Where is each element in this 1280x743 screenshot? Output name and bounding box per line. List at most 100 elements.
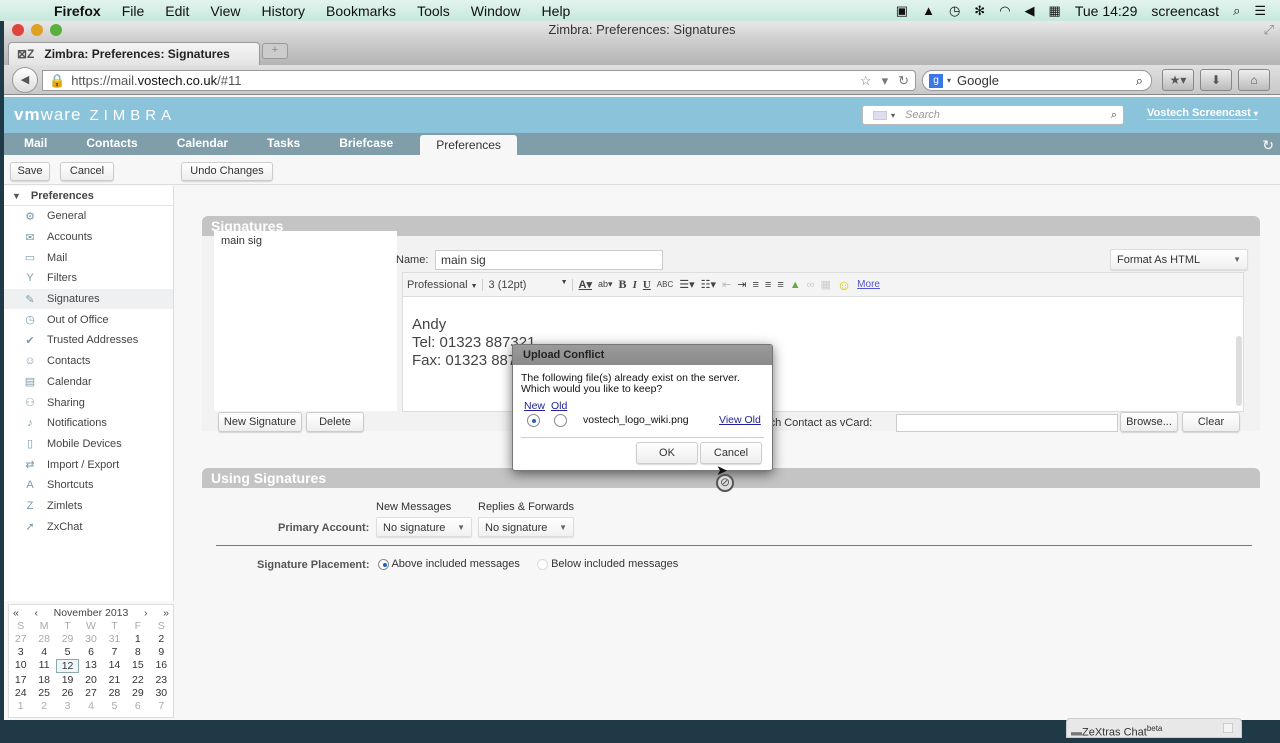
calendar-day[interactable]: 4 [32, 646, 55, 658]
menu-help[interactable]: Help [542, 3, 571, 19]
emoticon-icon[interactable]: ☺ [837, 277, 851, 293]
sidebar-item-filters[interactable]: Y Filters [4, 268, 173, 289]
calendar-day[interactable]: 16 [150, 659, 173, 673]
calendar-day[interactable]: 30 [150, 687, 173, 699]
calendar-day[interactable]: 3 [56, 700, 79, 712]
calendar-day[interactable]: 6 [79, 646, 102, 658]
calendar-day[interactable]: 29 [126, 687, 149, 699]
google-icon[interactable]: g [929, 73, 943, 88]
airplay-icon[interactable]: ▲ [922, 3, 935, 18]
italic-icon[interactable]: I [633, 279, 637, 291]
calendar-day[interactable]: 25 [32, 687, 55, 699]
tab-preferences[interactable]: Preferences [420, 135, 517, 155]
calendar-day[interactable]: 9 [150, 646, 173, 658]
align-left-icon[interactable]: ≡ [752, 279, 758, 291]
tab-tasks[interactable]: Tasks [247, 136, 319, 155]
calendar-day[interactable]: 20 [79, 674, 102, 686]
menu-window[interactable]: Window [471, 3, 521, 19]
prev-month-icon[interactable]: ‹ [34, 607, 38, 619]
tab-briefcase[interactable]: Briefcase [319, 136, 412, 155]
spotlight-icon[interactable]: ⌕ [1233, 3, 1240, 19]
radio-keep-new[interactable] [527, 414, 540, 427]
delete-signature-button[interactable]: Delete [306, 412, 364, 432]
search-icon[interactable]: ⌕ [1136, 73, 1143, 89]
calendar-day[interactable]: 1 [9, 700, 32, 712]
search-type-dropdown-icon[interactable]: ▾ [891, 111, 895, 120]
calendar-day[interactable]: 28 [103, 687, 126, 699]
calendar-day[interactable]: 4 [79, 700, 102, 712]
sidebar-item-out-of-office[interactable]: ◷ Out of Office [4, 309, 173, 330]
url-bar[interactable]: 🔒 https://mail. vostech.co.uk/#11 ☆ ▾ ↻ [42, 70, 916, 91]
insert-link-icon[interactable]: ∞ [807, 279, 815, 291]
underline-icon[interactable]: U [643, 279, 651, 291]
calendar-day[interactable]: 5 [103, 700, 126, 712]
calendar-day[interactable]: 18 [32, 674, 55, 686]
placement-below-option[interactable]: Below included messages [537, 558, 678, 570]
sidebar-item-contacts[interactable]: ☺ Contacts [4, 351, 173, 372]
calendar-day[interactable]: 5 [56, 646, 79, 658]
sidebar-item-trusted-addresses[interactable]: ✔ Trusted Addresses [4, 330, 173, 351]
menu-edit[interactable]: Edit [165, 3, 189, 19]
browser-tab[interactable]: ⊠Z Zimbra: Preferences: Signatures [8, 42, 260, 65]
next-month-icon[interactable]: › [144, 607, 148, 619]
minimize-window-icon[interactable] [31, 24, 43, 36]
calendar-day[interactable]: 27 [79, 687, 102, 699]
outdent-icon[interactable]: ⇤ [722, 278, 731, 291]
sidebar-item-calendar[interactable]: ▤ Calendar [4, 372, 173, 393]
radio-keep-old[interactable] [554, 414, 567, 427]
menu-tools[interactable]: Tools [417, 3, 450, 19]
search-engine-box[interactable]: g ▾ Google ⌕ [922, 70, 1152, 91]
format-select[interactable]: Format As HTML ▼ [1110, 249, 1248, 270]
bluetooth-icon[interactable]: ✻ [974, 3, 985, 19]
calendar-day[interactable]: 6 [126, 700, 149, 712]
sidebar-item-accounts[interactable]: ✉ Accounts [4, 227, 173, 248]
sidebar-item-mobile-devices[interactable]: ▯ Mobile Devices [4, 434, 173, 455]
engine-dropdown-icon[interactable]: ▾ [947, 76, 951, 85]
chat-toggle-icon[interactable] [1223, 723, 1233, 733]
calendar-day[interactable]: 27 [9, 633, 32, 645]
bookmarks-button[interactable]: ★▾ [1162, 69, 1194, 91]
strikethrough-icon[interactable]: ABC [657, 280, 673, 289]
menu-app[interactable]: Firefox [54, 3, 101, 19]
user-menu[interactable]: screencast [1151, 3, 1219, 19]
cancel-button[interactable]: Cancel [700, 442, 762, 464]
bold-icon[interactable]: B [619, 277, 627, 292]
sidebar-item-zimlets[interactable]: Z Zimlets [4, 496, 173, 517]
sidebar-item-shortcuts[interactable]: A Shortcuts [4, 475, 173, 496]
calendar-day[interactable]: 17 [9, 674, 32, 686]
sidebar-item-sharing[interactable]: ⚇ Sharing [4, 392, 173, 413]
calendar-day[interactable]: 7 [150, 700, 173, 712]
calendar-day[interactable]: 14 [103, 659, 126, 673]
calendar-day[interactable]: 7 [103, 646, 126, 658]
numbered-list-icon[interactable]: ☷▾ [701, 278, 716, 291]
vcard-input[interactable] [896, 414, 1118, 432]
calendar-day[interactable]: 1 [126, 633, 149, 645]
more-link[interactable]: More [857, 279, 880, 290]
next-year-icon[interactable]: » [163, 607, 169, 619]
reload-icon[interactable]: ↻ [898, 73, 909, 89]
calendar-day[interactable]: 11 [32, 659, 55, 673]
wifi-icon[interactable]: ◠ [999, 3, 1010, 19]
align-center-icon[interactable]: ≡ [765, 279, 771, 291]
calendar-day[interactable]: 31 [103, 633, 126, 645]
fullscreen-icon[interactable]: ⤢ [1264, 21, 1274, 39]
signature-name-input[interactable]: main sig [435, 250, 663, 270]
font-color-icon[interactable]: A▾ [579, 278, 592, 291]
sidebar-header[interactable]: ▼ Preferences [4, 186, 173, 206]
search-icon[interactable]: ⌕ [1111, 109, 1117, 122]
menu-history[interactable]: History [261, 3, 305, 19]
calendar-day[interactable]: 26 [56, 687, 79, 699]
calendar-day[interactable]: 28 [32, 633, 55, 645]
sidebar-item-general[interactable]: ⚙ General [4, 206, 173, 227]
calendar-day[interactable]: 8 [126, 646, 149, 658]
menu-bookmarks[interactable]: Bookmarks [326, 3, 396, 19]
size-select[interactable]: 3 (12pt) ▼ [489, 278, 573, 291]
calendar-day[interactable]: 13 [79, 659, 102, 673]
radio-below[interactable] [537, 558, 548, 570]
cancel-button[interactable]: Cancel [60, 162, 114, 181]
clock[interactable]: Tue 14:29 [1075, 3, 1138, 19]
calendar-day[interactable]: 19 [56, 674, 79, 686]
replies-select[interactable]: No signature ▼ [478, 517, 574, 537]
bullet-list-icon[interactable]: ☰▾ [679, 278, 694, 291]
insert-table-icon[interactable]: ▦ [820, 278, 830, 291]
